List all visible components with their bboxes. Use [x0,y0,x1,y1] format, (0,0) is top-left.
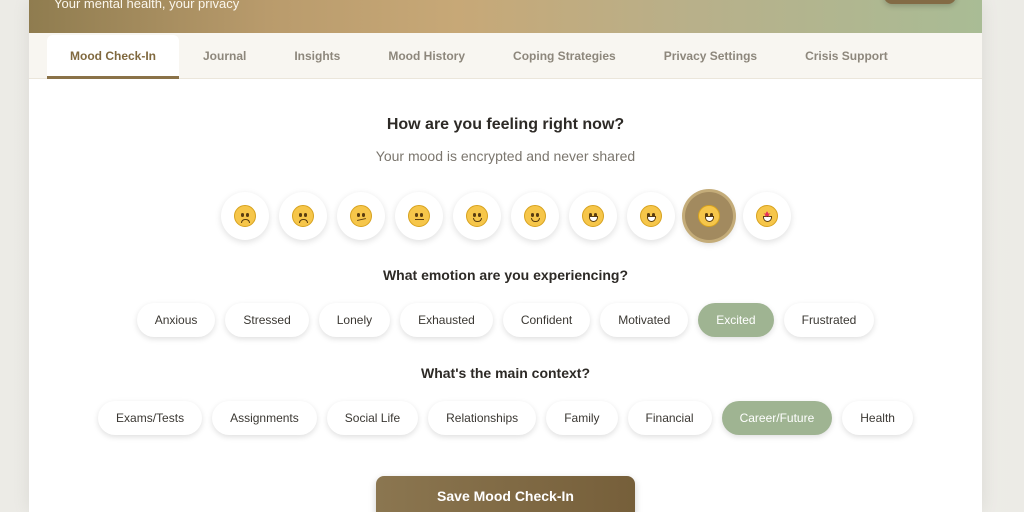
privacy-subtitle: Your mood is encrypted and never shared [375,148,636,164]
mood-option[interactable] [627,192,675,240]
tab-journal[interactable]: Journal [179,33,270,79]
emotion-chips: Anxious Stressed Lonely Exhausted Confid… [29,303,982,337]
mood-option[interactable] [743,192,791,240]
tab-mood-check-in[interactable]: Mood Check-In [47,35,179,79]
emotion-chip-confident[interactable]: Confident [502,303,591,337]
context-chip-social-life[interactable]: Social Life [326,401,419,435]
tab-bar: Mood Check-In Journal Insights Mood Hist… [29,33,982,79]
context-chips: Exams/Tests Assignments Social Life Rela… [29,401,982,435]
context-chip-relationships[interactable]: Relationships [428,401,537,435]
emotion-chip-excited[interactable]: Excited [698,303,774,337]
header-banner: Your mental health, your privacy [29,0,982,33]
emotion-section-title: What emotion are you experiencing? [382,267,629,283]
context-chip-exams[interactable]: Exams/Tests [98,401,203,435]
app-window: Your mental health, your privacy Mood Ch… [29,0,982,512]
mood-option[interactable] [279,192,327,240]
confused-face-icon [350,205,372,227]
mood-option[interactable] [395,192,443,240]
header-action-button[interactable] [884,0,956,4]
tab-coping-strategies[interactable]: Coping Strategies [489,33,640,79]
neutral-face-icon [408,205,430,227]
grinning-face-icon [582,205,604,227]
mood-option[interactable] [453,192,501,240]
mood-option[interactable] [337,192,385,240]
worried-face-icon [292,205,314,227]
context-chip-financial[interactable]: Financial [627,401,712,435]
star-struck-face-icon [756,205,778,227]
emotion-chip-anxious[interactable]: Anxious [136,303,216,337]
tab-privacy-settings[interactable]: Privacy Settings [640,33,781,79]
emotion-chip-exhausted[interactable]: Exhausted [400,303,493,337]
emotion-chip-frustrated[interactable]: Frustrated [783,303,875,337]
save-mood-button[interactable]: Save Mood Check-In [376,476,635,512]
mood-option[interactable] [221,192,269,240]
beaming-face-icon [640,205,662,227]
mood-option[interactable] [511,192,559,240]
page-question: How are you feeling right now? [386,116,625,133]
context-chip-health[interactable]: Health [842,401,913,435]
slightly-smiling-face-icon [466,205,488,227]
tab-mood-history[interactable]: Mood History [364,33,489,79]
mood-scale [221,192,791,240]
grimacing-face-icon [698,205,720,227]
emotion-chip-stressed[interactable]: Stressed [225,303,309,337]
context-chip-assignments[interactable]: Assignments [212,401,317,435]
pensive-face-icon [234,205,256,227]
mood-option-selected[interactable] [685,192,733,240]
tab-insights[interactable]: Insights [270,33,364,79]
smiling-face-icon [524,205,546,227]
mood-option[interactable] [569,192,617,240]
emotion-chip-lonely[interactable]: Lonely [318,303,391,337]
context-chip-family[interactable]: Family [546,401,618,435]
emotion-chip-motivated[interactable]: Motivated [600,303,689,337]
context-section-title: What's the main context? [420,365,590,381]
tagline: Your mental health, your privacy [54,0,240,11]
context-chip-career-future[interactable]: Career/Future [721,401,833,435]
tab-crisis-support[interactable]: Crisis Support [781,33,912,79]
